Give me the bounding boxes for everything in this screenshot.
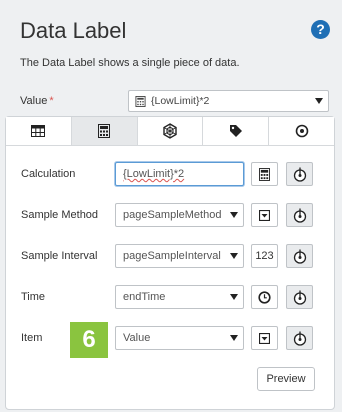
bind-dial-icon bbox=[293, 249, 306, 264]
time-label: Time bbox=[21, 291, 46, 303]
tab-bar bbox=[6, 117, 334, 146]
caret-down-icon bbox=[230, 335, 238, 341]
item-label: Item bbox=[21, 332, 43, 344]
calculation-panel: Calculation {LowLimit}*2 Sample Method p… bbox=[5, 116, 335, 410]
calculator-button[interactable] bbox=[251, 162, 278, 186]
clock-icon bbox=[258, 290, 271, 304]
tag-icon bbox=[229, 125, 242, 137]
bind-button[interactable] bbox=[286, 285, 313, 309]
description-text: The Data Label shows a single piece of d… bbox=[20, 57, 240, 69]
sample-method-label: Sample Method bbox=[21, 209, 99, 221]
bind-dial-icon bbox=[293, 208, 306, 223]
dropdown-mode-button[interactable] bbox=[251, 326, 278, 350]
sample-method-text: pageSampleMethod bbox=[123, 209, 222, 221]
calculator-icon bbox=[259, 167, 270, 181]
value-label-text: Value bbox=[20, 95, 48, 107]
calculator-icon bbox=[135, 95, 146, 107]
target-icon bbox=[295, 124, 308, 138]
table-icon bbox=[31, 125, 46, 137]
numeric-mode-button[interactable]: 123 bbox=[251, 244, 278, 268]
time-text: endTime bbox=[123, 291, 166, 303]
calculator-icon bbox=[98, 124, 111, 138]
help-icon[interactable]: ? bbox=[311, 20, 330, 39]
calculation-label: Calculation bbox=[21, 168, 76, 180]
bind-button[interactable] bbox=[286, 326, 313, 350]
hexagon-network-icon bbox=[163, 123, 177, 139]
sample-interval-text: pageSampleInterval bbox=[123, 250, 221, 262]
calculation-input-text: {LowLimit}*2 bbox=[123, 168, 185, 180]
dropdown-box-icon bbox=[259, 332, 270, 344]
value-select[interactable]: {LowLimit}*2 bbox=[128, 90, 329, 112]
page-title: Data Label bbox=[20, 18, 127, 43]
preview-button[interactable]: Preview bbox=[257, 367, 315, 391]
bind-dial-icon bbox=[293, 167, 306, 182]
calculation-input[interactable]: {LowLimit}*2 bbox=[115, 162, 244, 186]
bind-button[interactable] bbox=[286, 162, 313, 186]
item-select[interactable]: Value bbox=[115, 326, 244, 350]
caret-down-icon bbox=[230, 212, 238, 218]
sample-interval-label: Sample Interval bbox=[21, 250, 98, 262]
tab-calculation[interactable] bbox=[71, 117, 138, 145]
time-select[interactable]: endTime bbox=[115, 285, 244, 309]
callout-badge: 6 bbox=[70, 322, 108, 358]
clock-mode-button[interactable] bbox=[251, 285, 278, 309]
sample-interval-select[interactable]: pageSampleInterval bbox=[115, 244, 244, 268]
required-mark: * bbox=[49, 95, 54, 107]
tab-network[interactable] bbox=[137, 117, 204, 145]
tab-tag[interactable] bbox=[203, 117, 270, 145]
bind-dial-icon bbox=[293, 290, 306, 305]
caret-down-icon bbox=[230, 253, 238, 259]
value-label: Value * bbox=[20, 95, 54, 107]
caret-down-icon bbox=[315, 98, 323, 104]
tab-table[interactable] bbox=[6, 117, 72, 145]
caret-down-icon bbox=[230, 294, 238, 300]
bind-button[interactable] bbox=[286, 203, 313, 227]
dropdown-box-icon bbox=[259, 209, 270, 221]
item-text: Value bbox=[123, 332, 151, 344]
dropdown-mode-button[interactable] bbox=[251, 203, 278, 227]
bind-button[interactable] bbox=[286, 244, 313, 268]
value-select-text: {LowLimit}*2 bbox=[151, 95, 210, 107]
tab-target[interactable] bbox=[269, 117, 334, 145]
bind-dial-icon bbox=[293, 331, 306, 346]
sample-method-select[interactable]: pageSampleMethod bbox=[115, 203, 244, 227]
